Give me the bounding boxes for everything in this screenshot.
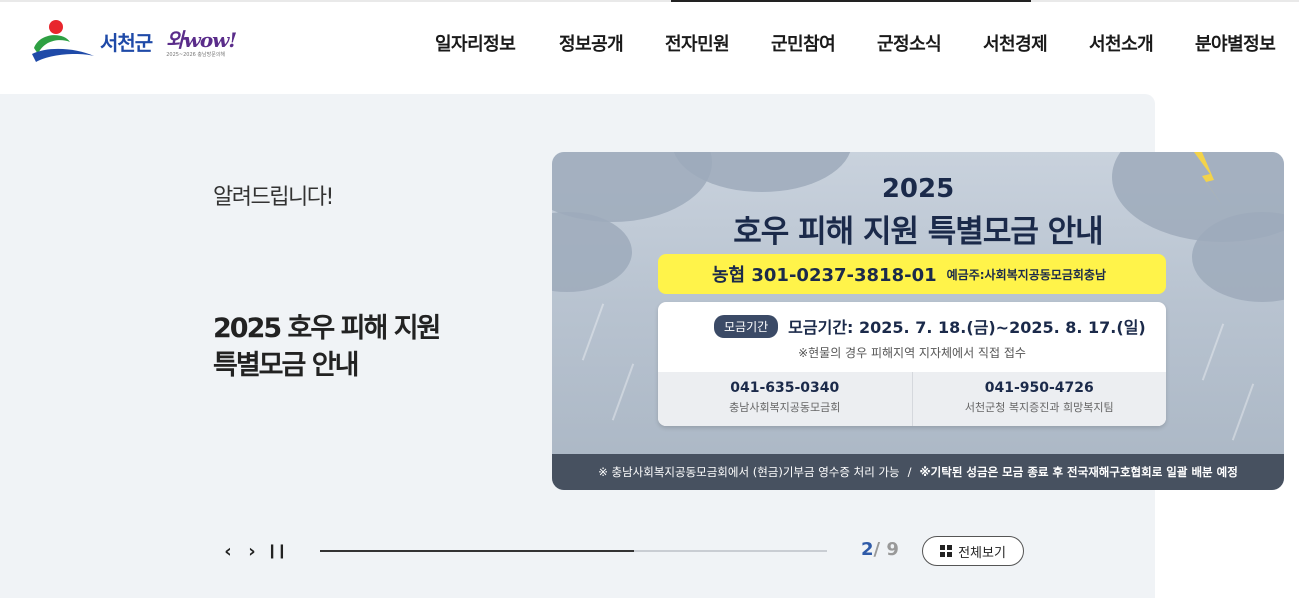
nav-item-info-disclosure[interactable]: 정보공개 xyxy=(559,30,624,56)
seocheon-emblem-icon xyxy=(32,20,94,62)
total-slides: 9 xyxy=(886,539,899,560)
nav-item-e-civil[interactable]: 전자민원 xyxy=(665,30,730,56)
slogan-text: 와wow! xyxy=(166,28,237,52)
banner-year: 2025 xyxy=(881,174,955,204)
contact-phone: 041-950-4726 xyxy=(984,380,1094,396)
nav-item-news[interactable]: 군정소식 xyxy=(877,30,942,56)
logo-text: 서천군 xyxy=(100,30,153,55)
contact-list: 041-635-0340 충남사회복지공동모금회 041-950-4726 서천… xyxy=(658,372,1166,426)
site-logo[interactable]: 서천군 와wow! 2025~2026 충남방문의해 xyxy=(30,16,290,66)
headline-line-2: 특별모금 안내 xyxy=(213,350,359,381)
rain-streak xyxy=(611,363,635,421)
slider-controls: ‹ › ❙❙ xyxy=(218,540,290,562)
slogan-subtext: 2025~2026 충남방문의해 xyxy=(166,52,226,58)
slide-headline[interactable]: 2025 호우 피해 지원 특별모금 안내 xyxy=(213,310,441,384)
period-badge: 모금기간 xyxy=(714,314,779,338)
slide-progress-fill xyxy=(320,550,635,552)
slide-counter: 2/ 9 xyxy=(861,539,899,560)
next-slide-button[interactable]: › xyxy=(242,540,262,562)
contact-item: 041-950-4726 서천군청 복지증진과 희망복지팀 xyxy=(911,372,1167,426)
nav-item-economy[interactable]: 서천경제 xyxy=(983,30,1048,56)
footer-distribution-note: ※기탁된 성금은 모금 종료 후 전국재해구호협회로 일괄 배분 예정 xyxy=(919,465,1238,479)
nav-item-field-info[interactable]: 분야별정보 xyxy=(1195,30,1276,56)
contact-org: 서천군청 복지증진과 희망복지팀 xyxy=(964,401,1114,414)
banner-title: 호우 피해 지원 특별모금 안내 xyxy=(733,214,1103,250)
footer-receipt-note: ※ 충남사회복지공동모금회에서 (현금)기부금 영수증 처리 가능 xyxy=(598,465,900,479)
grid-icon xyxy=(940,545,953,557)
nav-item-jobs[interactable]: 일자리정보 xyxy=(435,30,516,56)
account-holder: 예금주:사회복지공동모금회충남 xyxy=(946,267,1106,282)
in-kind-note: ※현물의 경우 피해지역 지자체에서 직접 접수 xyxy=(798,346,1026,360)
banner-footer: ※ 충남사회복지공동모금회에서 (현금)기부금 영수증 처리 가능 / ※기탁된… xyxy=(552,454,1284,490)
counter-slash: / xyxy=(873,539,881,560)
contact-phone: 041-635-0340 xyxy=(730,380,840,396)
notice-label: 알려드립니다! xyxy=(213,185,334,210)
view-all-button[interactable]: 전체보기 xyxy=(922,536,1024,566)
prev-slide-button[interactable]: ‹ xyxy=(218,540,238,562)
view-all-label: 전체보기 xyxy=(958,545,1006,561)
current-slide: 2 xyxy=(861,539,874,560)
nav-item-about[interactable]: 서천소개 xyxy=(1089,30,1154,56)
site-header: 서천군 와wow! 2025~2026 충남방문의해 일자리정보 정보공개 전자… xyxy=(0,2,1299,92)
footer-separator: / xyxy=(907,465,912,479)
rain-streak xyxy=(581,303,605,361)
headline-line-1: 2025 호우 피해 지원 xyxy=(213,313,441,344)
period-text: 모금기간: 2025. 7. 18.(금)~2025. 8. 17.(일) xyxy=(788,318,1146,337)
nav-item-participation[interactable]: 군민참여 xyxy=(771,30,836,56)
slide-banner-image[interactable]: 2025 호우 피해 지원 특별모금 안내 농협 301-0237-3818-0… xyxy=(552,152,1284,490)
rain-streak xyxy=(1201,323,1225,381)
period-row: 모금기간 모금기간: 2025. 7. 18.(금)~2025. 8. 17.(… xyxy=(658,314,1166,338)
bank-account-number: 농협 301-0237-3818-01 xyxy=(712,265,937,286)
rain-streak xyxy=(1231,383,1255,441)
slogan-logo: 와wow! 2025~2026 충남방문의해 xyxy=(166,24,237,58)
bank-account-bar: 농협 301-0237-3818-01 예금주:사회복지공동모금회충남 xyxy=(658,254,1166,294)
contact-item: 041-635-0340 충남사회복지공동모금회 xyxy=(658,372,912,426)
slide-progress-bar xyxy=(320,550,827,552)
donation-info-card: 모금기간 모금기간: 2025. 7. 18.(금)~2025. 8. 17.(… xyxy=(658,302,1166,426)
contact-org: 충남사회복지공동모금회 xyxy=(729,401,841,414)
pause-button[interactable]: ❙❙ xyxy=(266,540,287,562)
